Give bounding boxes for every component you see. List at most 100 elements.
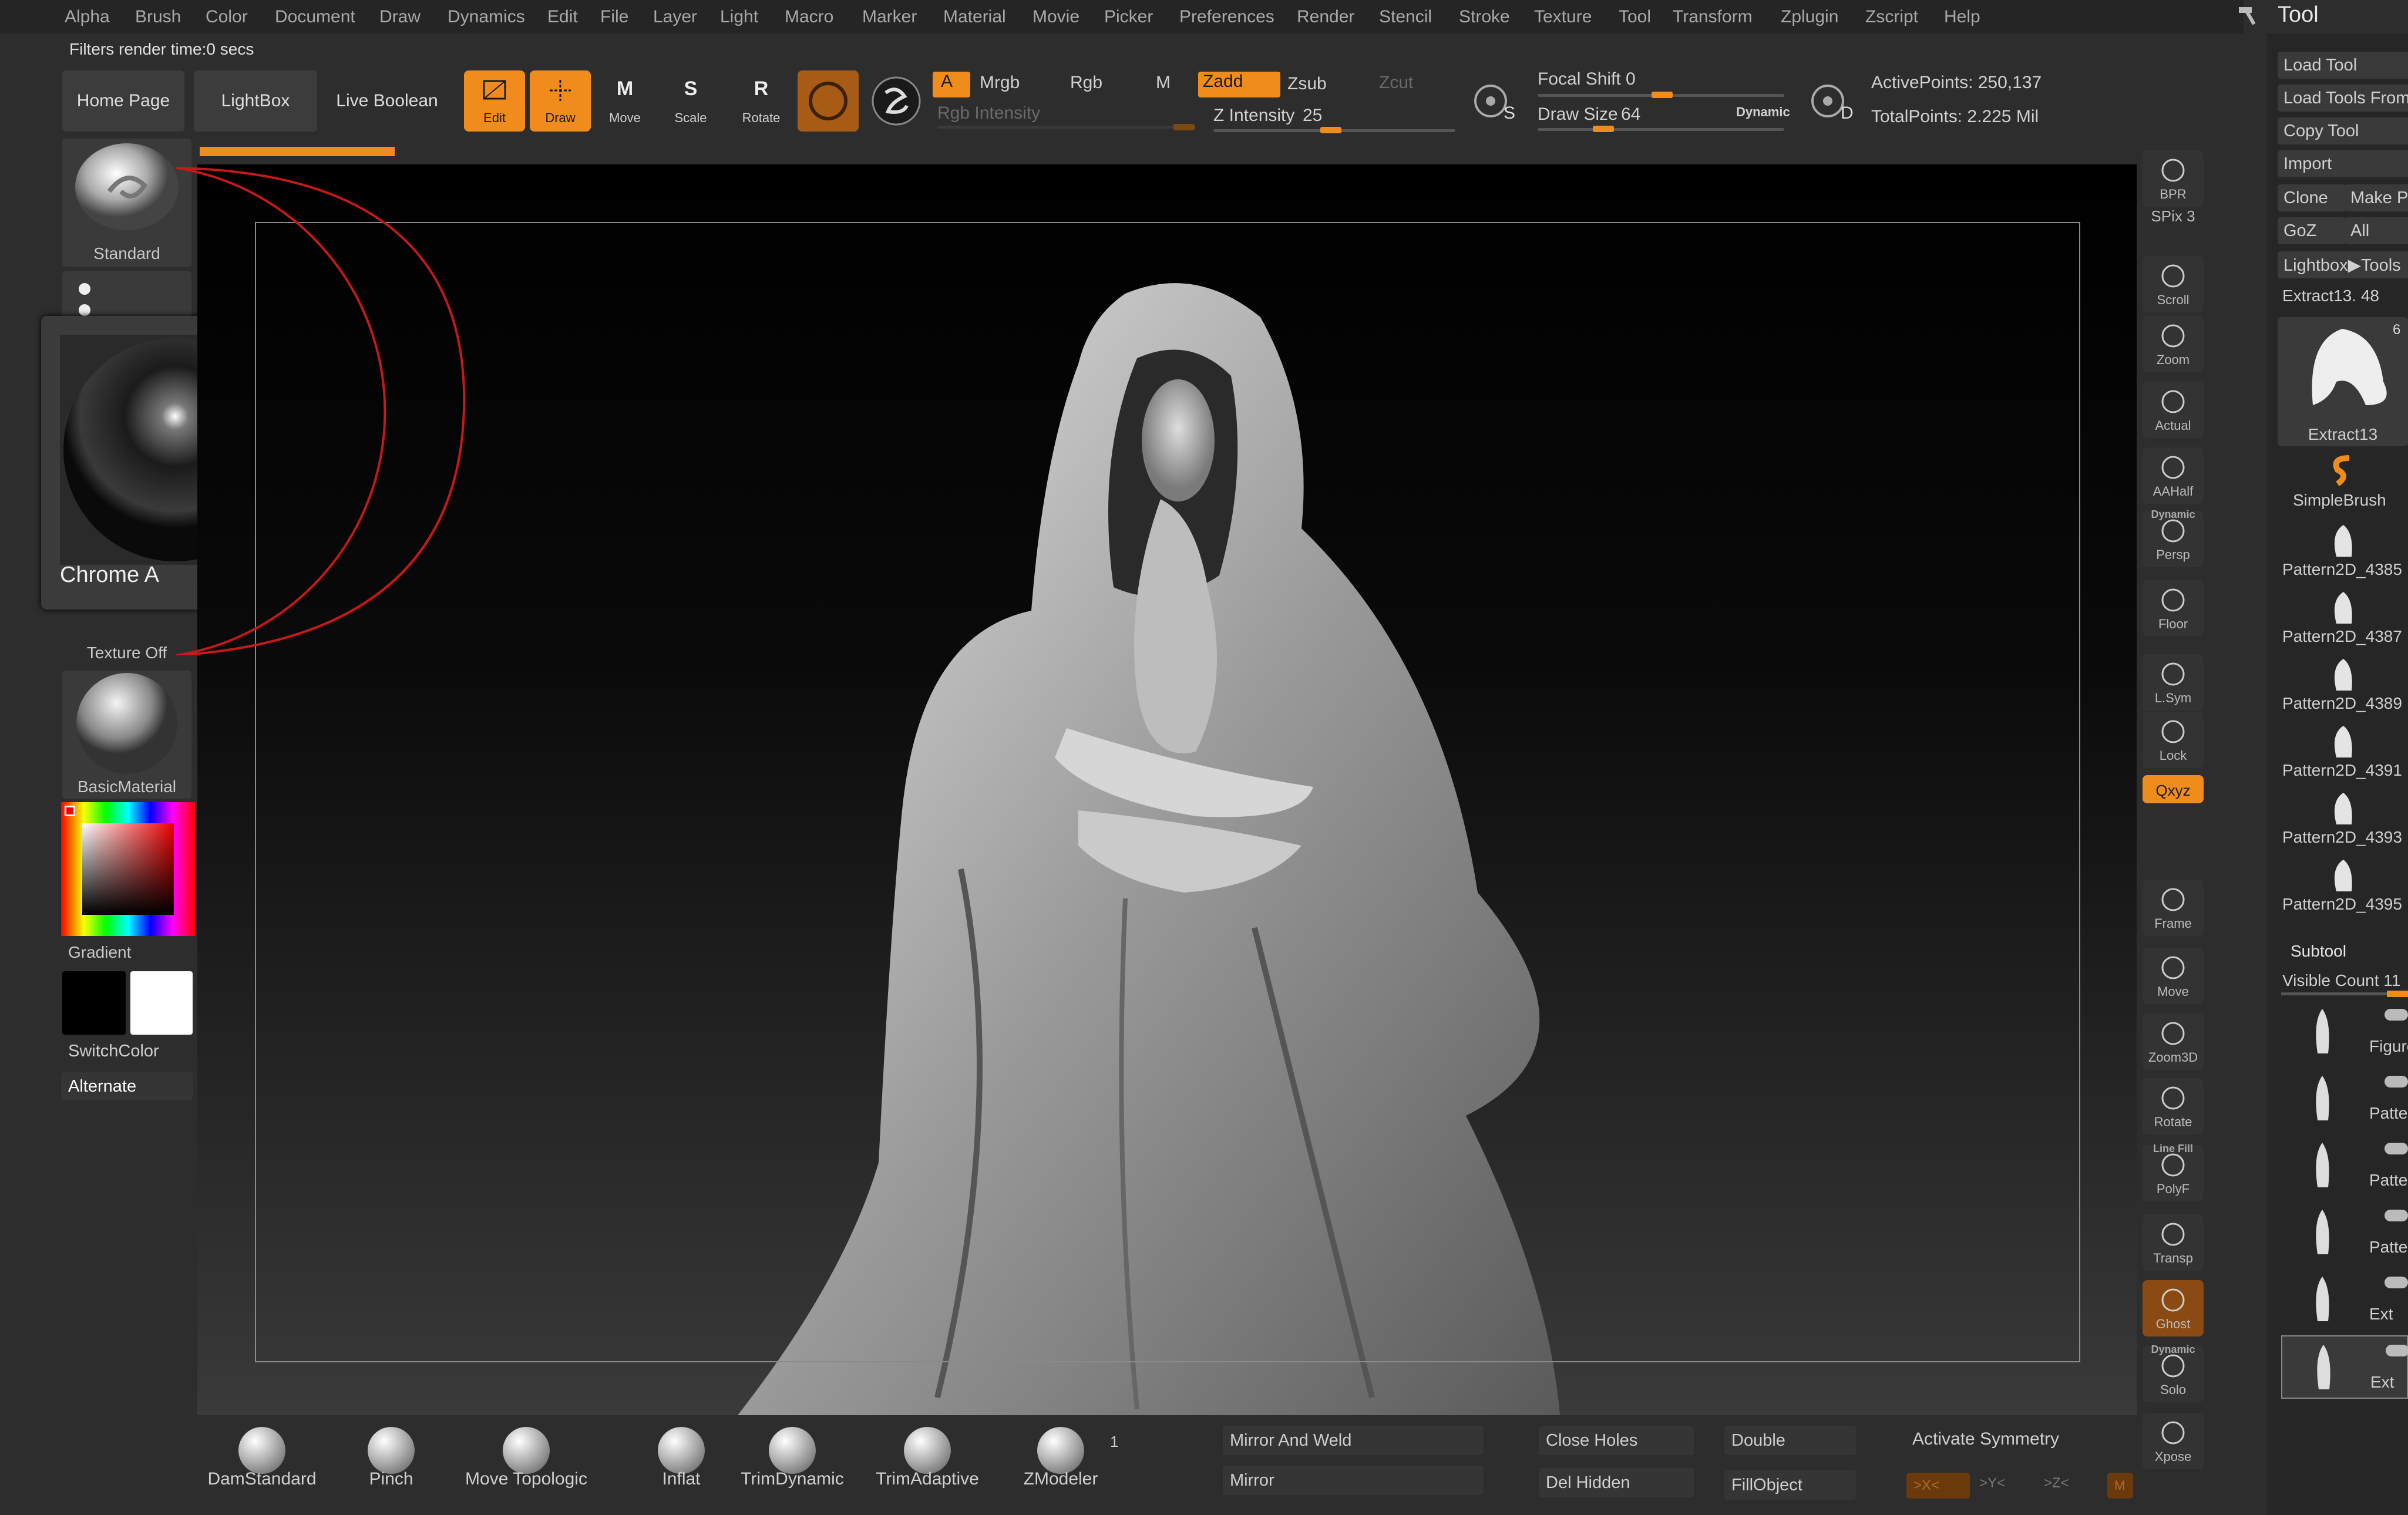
edit-button[interactable]: Edit bbox=[464, 70, 525, 132]
m-button[interactable]: M bbox=[1156, 73, 1171, 93]
double-button[interactable]: Double bbox=[1724, 1426, 1856, 1455]
menu-transform[interactable]: Transform bbox=[1673, 7, 1753, 27]
visible-count[interactable]: Visible Count 11 bbox=[2282, 971, 2400, 990]
menu-texture[interactable]: Texture bbox=[1534, 7, 1592, 27]
subtool-eye-icon[interactable] bbox=[2385, 1076, 2408, 1088]
brush-trimadaptive[interactable]: TrimAdaptive bbox=[863, 1426, 991, 1490]
move-button[interactable]: M Move bbox=[594, 70, 655, 132]
tool-thumb-icon[interactable] bbox=[2325, 722, 2360, 763]
material-swatch[interactable] bbox=[798, 70, 859, 132]
qxyz-button[interactable]: Qxyz bbox=[2143, 775, 2204, 803]
menu-help[interactable]: Help bbox=[1944, 7, 1980, 27]
tool-thumb-icon[interactable] bbox=[2325, 856, 2360, 897]
copy-tool-button[interactable]: Copy Tool bbox=[2278, 117, 2408, 144]
fillobject-button[interactable]: FillObject bbox=[1724, 1470, 1856, 1500]
ghost-button[interactable]: Ghost bbox=[2143, 1280, 2204, 1336]
menu-zplugin[interactable]: Zplugin bbox=[1781, 7, 1838, 27]
menu-movie[interactable]: Movie bbox=[1033, 7, 1079, 27]
brush-inflat[interactable]: Inflat bbox=[623, 1426, 740, 1490]
secondary-color-swatch[interactable] bbox=[130, 971, 193, 1035]
zcut-button[interactable]: Zcut bbox=[1379, 73, 1413, 93]
make-polymesh-button[interactable]: Make P bbox=[2345, 184, 2408, 211]
tool-item-label[interactable]: Pattern2D_4385 bbox=[2282, 560, 2402, 579]
frame-button[interactable]: Frame bbox=[2143, 880, 2204, 936]
load-tools-from-button[interactable]: Load Tools From bbox=[2278, 85, 2408, 112]
subtool-row[interactable]: Ext bbox=[2281, 1335, 2408, 1399]
zoom-button[interactable]: Zoom bbox=[2143, 316, 2204, 372]
z-intensity-label[interactable]: Z Intensity bbox=[1213, 106, 1294, 126]
xpose-button[interactable]: Xpose bbox=[2143, 1413, 2204, 1469]
focal-shift-handle[interactable] bbox=[1652, 92, 1673, 98]
visible-count-slider[interactable] bbox=[2281, 991, 2408, 997]
rgb-intensity-slider[interactable]: Rgb Intensity bbox=[937, 103, 1040, 123]
zsub-button[interactable]: Zsub bbox=[1287, 74, 1327, 94]
menu-render[interactable]: Render bbox=[1297, 7, 1354, 27]
material-thumbnail[interactable]: BasicMaterial bbox=[62, 671, 191, 799]
menu-file[interactable]: File bbox=[600, 7, 628, 27]
subtool-eye-icon[interactable] bbox=[2385, 1210, 2408, 1221]
bpr-button[interactable]: BPR bbox=[2143, 150, 2204, 207]
mirror-and-weld-button[interactable]: Mirror And Weld bbox=[1223, 1426, 1484, 1455]
l-sym-button[interactable]: L.Sym bbox=[2143, 654, 2204, 711]
alternate-button[interactable]: Alternate bbox=[61, 1072, 193, 1100]
menu-tool[interactable]: Tool bbox=[1619, 7, 1651, 27]
rotate-button[interactable]: Rotate bbox=[2143, 1078, 2204, 1134]
brush-move-topologic[interactable]: Move Topologic bbox=[444, 1426, 608, 1490]
color-picker[interactable] bbox=[61, 802, 195, 936]
brush-thumbnail[interactable]: Standard bbox=[62, 139, 191, 267]
current-tool-thumbnail[interactable]: 6 Extract13 bbox=[2278, 317, 2408, 446]
rgb-intensity-handle[interactable] bbox=[1173, 124, 1195, 130]
simplebrush-icon[interactable] bbox=[2326, 452, 2361, 487]
home-page-tab[interactable]: Home Page bbox=[62, 70, 184, 132]
tool-thumb-icon[interactable] bbox=[2325, 521, 2360, 563]
load-tool-button[interactable]: Load Tool bbox=[2278, 52, 2408, 79]
draw-size-handle[interactable] bbox=[1593, 126, 1614, 132]
close-holes-button[interactable]: Close Holes bbox=[1539, 1426, 1694, 1455]
tool-item-label[interactable]: Pattern2D_4393 bbox=[2282, 828, 2402, 847]
brush-trimdynamic[interactable]: TrimDynamic bbox=[728, 1426, 856, 1490]
floor-button[interactable]: Floor bbox=[2143, 580, 2204, 637]
switchcolor-button[interactable]: SwitchColor bbox=[61, 1037, 193, 1065]
clone-button[interactable]: Clone bbox=[2278, 184, 2346, 211]
menu-macro[interactable]: Macro bbox=[785, 7, 833, 27]
polyf-button[interactable]: Line Fill PolyF bbox=[2143, 1143, 2204, 1201]
a-mode-button[interactable]: A bbox=[933, 72, 970, 97]
lightbox-tools-button[interactable]: Lightbox▶Tools bbox=[2278, 251, 2408, 278]
menu-document[interactable]: Document bbox=[275, 7, 355, 27]
tool-thumb-icon[interactable] bbox=[2325, 789, 2360, 830]
focal-shift-label[interactable]: Focal Shift bbox=[1538, 69, 1621, 89]
menu-layer[interactable]: Layer bbox=[653, 7, 697, 27]
menu-preferences[interactable]: Preferences bbox=[1179, 7, 1274, 27]
z-intensity-handle[interactable] bbox=[1320, 127, 1341, 133]
subtool-row[interactable]: Patter bbox=[2281, 1201, 2408, 1265]
subtool-row[interactable]: Patter bbox=[2281, 1068, 2408, 1131]
subtool-row[interactable]: Figure bbox=[2281, 1001, 2408, 1064]
subtool-eye-icon[interactable] bbox=[2386, 1345, 2408, 1356]
tool-thumb-icon[interactable] bbox=[2325, 655, 2360, 696]
activate-symmetry-label[interactable]: Activate Symmetry bbox=[1912, 1429, 2059, 1449]
subtool-eye-icon[interactable] bbox=[2385, 1277, 2408, 1288]
scroll-button[interactable]: Scroll bbox=[2143, 256, 2204, 312]
menu-color[interactable]: Color bbox=[206, 7, 248, 27]
transp-button[interactable]: Transp bbox=[2143, 1214, 2204, 1271]
brush-damstandard[interactable]: DamStandard bbox=[200, 1426, 324, 1490]
scale-button[interactable]: S Scale bbox=[660, 70, 721, 132]
brush-pinch[interactable]: Pinch bbox=[332, 1426, 450, 1490]
menu-light[interactable]: Light bbox=[720, 7, 758, 27]
tool-item-label[interactable]: Pattern2D_4391 bbox=[2282, 761, 2402, 780]
menu-stencil[interactable]: Stencil bbox=[1379, 7, 1432, 27]
tool-item-label[interactable]: Pattern2D_4395 bbox=[2282, 895, 2402, 914]
mirror-button[interactable]: Mirror bbox=[1223, 1466, 1484, 1495]
lock-button[interactable]: Lock bbox=[2143, 712, 2204, 768]
symmetry-m-button[interactable]: M bbox=[2107, 1473, 2133, 1499]
live-boolean-tab[interactable]: Live Boolean bbox=[325, 70, 449, 132]
menu-zscript[interactable]: Zscript bbox=[1865, 7, 1918, 27]
lightbox-tab[interactable]: LightBox bbox=[194, 70, 317, 132]
aahalf-button[interactable]: AAHalf bbox=[2143, 447, 2204, 504]
mrgb-button[interactable]: Mrgb bbox=[980, 73, 1020, 93]
menu-alpha[interactable]: Alpha bbox=[65, 7, 110, 27]
menu-draw[interactable]: Draw bbox=[379, 7, 421, 27]
tool-item-label[interactable]: Pattern2D_4389 bbox=[2282, 694, 2402, 713]
symmetry-x-button[interactable]: >X< bbox=[1906, 1473, 1970, 1499]
goz-button[interactable]: GoZ bbox=[2278, 217, 2346, 244]
